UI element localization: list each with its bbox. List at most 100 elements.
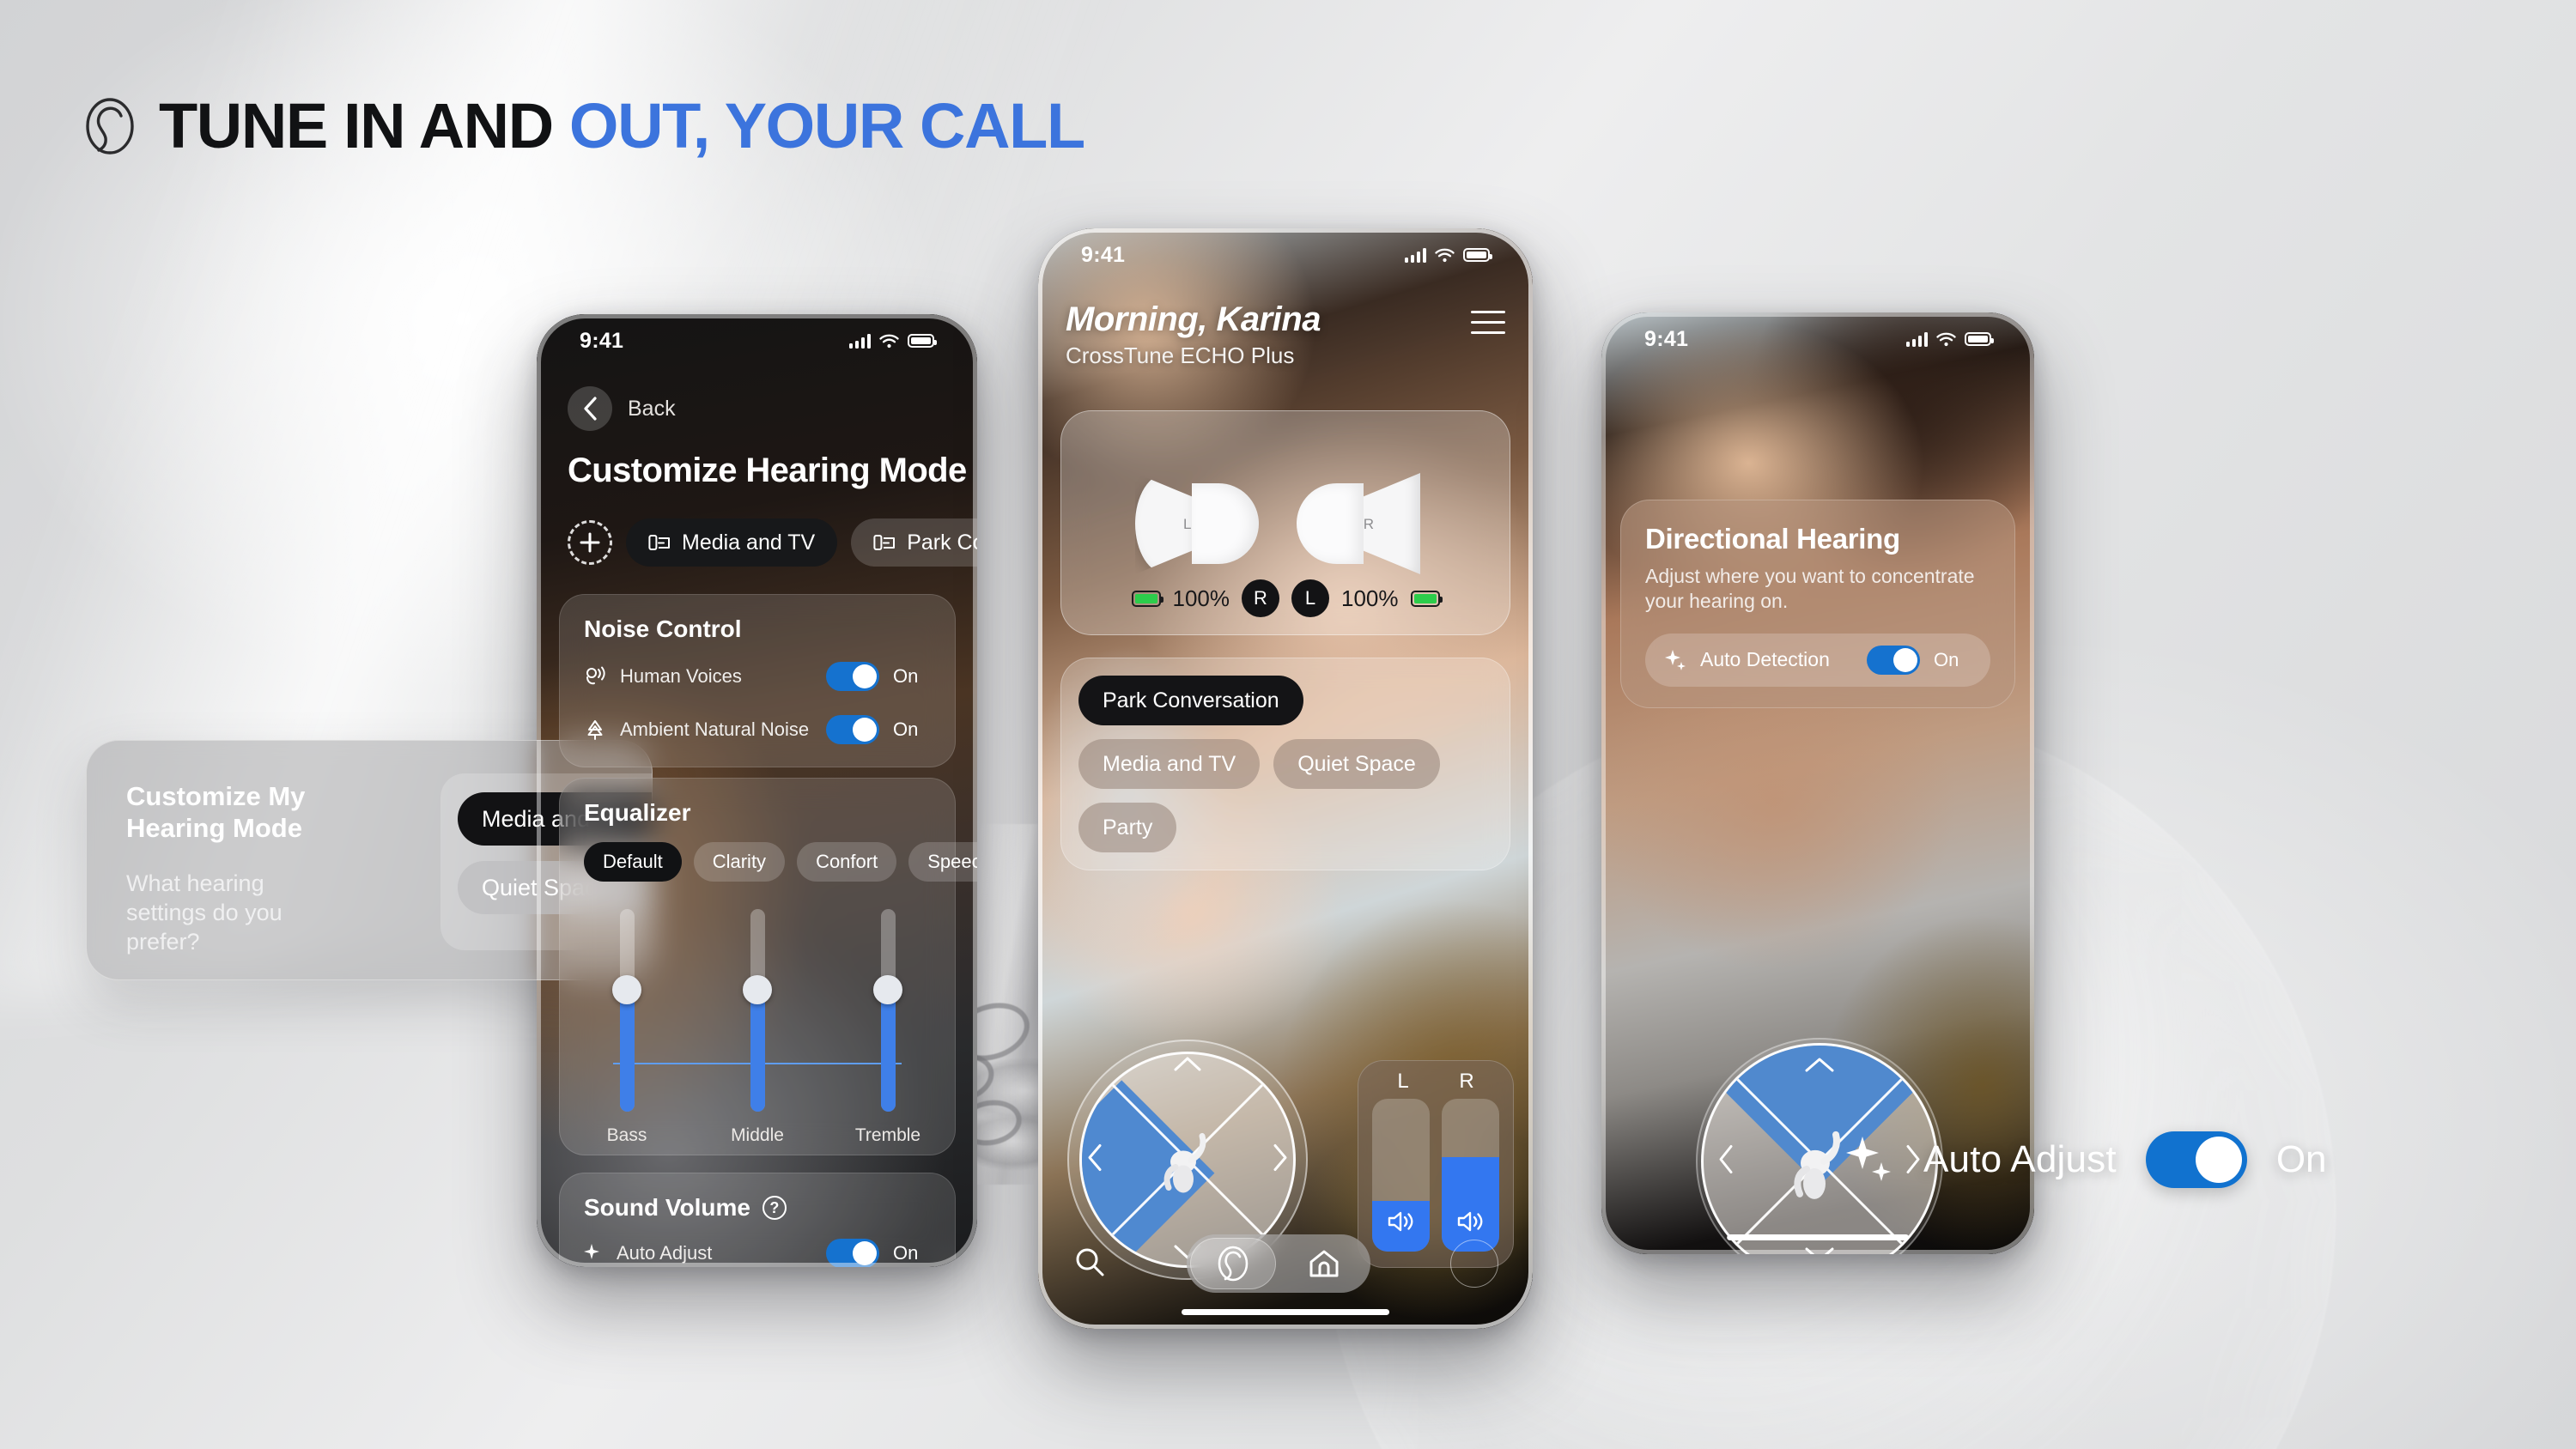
battery-left-percent: 100% [1172,585,1230,611]
auto-adjust-toggle[interactable] [826,1239,879,1267]
listener-figure-icon [1163,1132,1206,1193]
auto-detection-row[interactable]: Auto Detection On [1645,633,1990,687]
nav-pill-group [1187,1234,1370,1293]
home-icon [1309,1250,1339,1277]
mode-party[interactable]: Party [1078,803,1177,852]
chevron-left-icon[interactable] [1716,1144,1735,1179]
tab-hearing[interactable] [1190,1238,1276,1289]
eq-slider-knob[interactable] [612,975,641,1005]
floating-card-subtitle: What hearing settings do you prefer? [126,870,283,955]
eq-slider-bass[interactable]: Bass [605,909,649,1146]
question-mark-icon[interactable]: ? [762,1196,787,1220]
sparkle-icon [584,1244,599,1259]
chevron-up-icon[interactable] [1804,1055,1835,1078]
earbud-left-mark: L [1183,516,1192,532]
sound-volume-label: Sound Volume [584,1194,750,1221]
noise-control-title: Noise Control [584,615,742,642]
badge-right: R [1242,579,1279,617]
volume-slider-left[interactable] [1372,1099,1430,1252]
eq-slider-label: Tremble [854,1125,921,1145]
auto-adjust-label: Auto Adjust [1923,1138,2117,1180]
center-phone-screen: 9:41 Morning, Karina CrossTune ECHO Plus [1038,228,1533,1329]
chevron-left-icon [584,397,597,421]
eq-slider-track[interactable] [743,909,772,1112]
eq-preset-clarity[interactable]: Clarity [693,842,786,882]
mode-chip-park-conversation[interactable]: Park Conve [851,518,977,567]
home-indicator [1182,1309,1389,1315]
dashboard-header: Morning, Karina CrossTune ECHO Plus [1066,300,1505,369]
eq-preset-confort[interactable]: Confort [797,842,897,882]
page-headline: TUNE IN AND OUT, YOUR CALL [83,94,1085,158]
plus-icon [580,532,600,553]
ambient-noise-toggle[interactable] [826,715,879,744]
bottom-tab-bar [1038,1233,1533,1294]
human-voices-toggle[interactable] [826,662,879,691]
avatar[interactable] [1450,1240,1498,1288]
volume-right-label: R [1459,1070,1474,1093]
earbud-right: R [1291,473,1420,574]
tab-home[interactable] [1281,1238,1367,1289]
wifi-icon [879,334,899,348]
sparkle-icon [1846,1137,1891,1181]
mode-park-conversation[interactable]: Park Conversation [1078,676,1303,725]
eq-slider-label: Bass [606,1125,647,1145]
eq-slider-fill [750,990,765,1112]
right-phone-screen: 9:41 Directional Hearing Adjust where yo… [1601,312,2034,1254]
chevron-down-icon[interactable] [1804,1245,1835,1254]
eq-preset-speech[interactable]: Speech [908,842,977,882]
wifi-icon [1936,332,1956,346]
battery-icon [1463,248,1492,262]
home-indicator [1727,1234,1909,1240]
sparkle-icon [1665,649,1686,670]
back-navigation[interactable]: Back [568,386,676,431]
sound-volume-title: Sound Volume ? [560,1173,955,1227]
noise-row-label: Ambient Natural Noise [620,718,810,740]
mode-chip-media-and-tv[interactable]: Media and TV [626,518,838,567]
ear-logo-icon [1218,1246,1249,1282]
eq-slider-middle[interactable]: Middle [731,909,784,1146]
mode-media-and-tv[interactable]: Media and TV [1078,739,1261,789]
auto-adjust-overlay[interactable]: Auto Adjust On [1844,1131,2327,1188]
headline-accent-text: OUT, YOUR CALL [568,90,1085,161]
eq-preset-default[interactable]: Default [584,842,682,882]
right-status-bar: 9:41 [1601,312,2034,366]
auto-detection-toggle[interactable] [1867,645,1920,675]
chevron-left-icon[interactable] [1086,1143,1103,1177]
hamburger-menu-icon[interactable] [1471,311,1505,334]
floating-card-title: Customize My Hearing Mode [126,781,306,844]
chevron-up-icon[interactable] [1173,1055,1202,1076]
noise-control-card: Noise Control Human Voices On Ambient Na… [559,594,956,767]
ambient-noise-state: On [893,718,919,740]
sound-volume-auto-adjust-row[interactable]: Auto Adjust On [560,1227,955,1267]
volume-labels: L R [1372,1070,1499,1094]
mode-quiet-space[interactable]: Quiet Space [1273,739,1440,789]
devices-icon [873,535,896,550]
device-name: CrossTune ECHO Plus [1066,343,1295,368]
eq-slider-knob[interactable] [743,975,772,1005]
noise-control-row-human-voices[interactable]: Human Voices On [560,650,955,703]
back-label: Back [628,396,676,421]
back-button[interactable] [568,386,612,431]
search-icon[interactable] [1072,1245,1107,1283]
eq-slider-fill [880,990,896,1112]
directional-hearing-description: Adjust where you want to concentrate you… [1645,565,1975,613]
noise-control-row-ambient-noise[interactable]: Ambient Natural Noise On [560,703,955,767]
signal-bars-icon [849,333,871,349]
eq-slider-label: Middle [731,1125,784,1145]
battery-icon [908,334,937,348]
plus-circle-icon[interactable] [568,520,612,565]
directional-hearing-card: Directional Hearing Adjust where you wan… [1620,500,2015,708]
auto-adjust-toggle[interactable] [2145,1131,2247,1188]
ear-logo-icon [86,98,134,155]
battery-full-green-icon [1131,590,1163,607]
eq-slider-tremble[interactable]: Tremble [855,909,920,1146]
eq-slider-knob[interactable] [873,975,902,1005]
status-time: 9:41 [1644,326,1689,351]
auto-detection-state: On [1934,648,1959,670]
chevron-right-icon[interactable] [1272,1143,1289,1177]
noise-row-label: Human Voices [620,665,742,687]
eq-slider-track[interactable] [612,909,641,1112]
volume-slider-right[interactable] [1442,1099,1499,1252]
eq-slider-track[interactable] [873,909,902,1112]
earbud-right-mark: R [1363,516,1374,532]
